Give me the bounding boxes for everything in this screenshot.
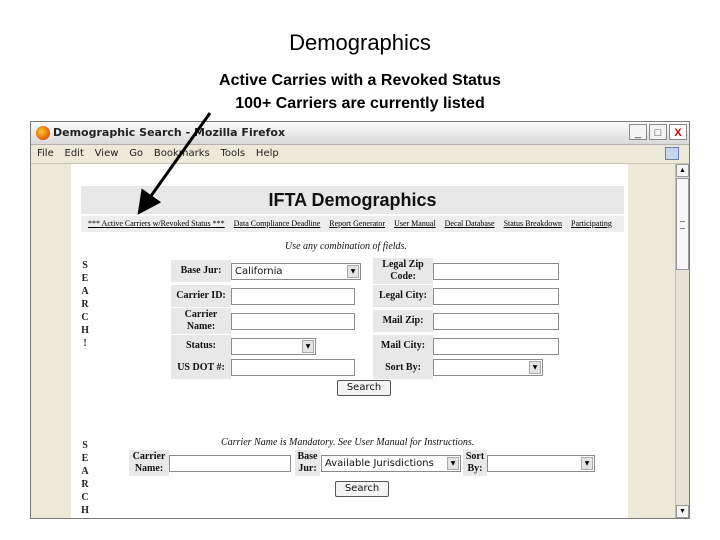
carrier-name-label-line2: Name: [186, 321, 216, 332]
vertical-letter: ! [83, 338, 87, 349]
usdot-input[interactable] [231, 359, 355, 376]
search-button-2[interactable]: Search [335, 481, 389, 497]
sort-label-line1: Sort [465, 451, 485, 462]
legal-city-input[interactable] [433, 288, 559, 305]
menu-tools[interactable]: Tools [221, 148, 246, 159]
nav-link-participating[interactable]: Participating [571, 219, 612, 228]
sort-label-line2: By: [467, 463, 483, 474]
vertical-letter: R [81, 479, 89, 490]
vertical-letter: S [82, 440, 88, 451]
mail-zip-input[interactable] [433, 313, 559, 330]
carrier-name-input[interactable] [231, 313, 355, 330]
scroll-thumb[interactable] [676, 178, 689, 270]
page-content: IFTA Demographics *** Active Carriers w/… [71, 164, 628, 518]
vertical-letter: C [81, 312, 89, 323]
window-title: Demographic Search - Mozilla Firefox [53, 126, 286, 139]
carrier-label-line1: Carrier [132, 451, 166, 462]
menu-edit[interactable]: Edit [65, 148, 84, 159]
carrier-name-label-2: Carrier Name: [129, 450, 169, 476]
legal-city-label: Legal City: [373, 285, 433, 307]
maximize-button[interactable]: □ [649, 124, 667, 140]
scroll-down-icon[interactable]: ▼ [676, 505, 689, 518]
menu-bookmarks[interactable]: Bookmarks [154, 148, 210, 159]
menu-file[interactable]: File [37, 148, 54, 159]
search-button[interactable]: Search [337, 380, 391, 396]
base-jur-value-2: Available Jurisdictions [325, 458, 434, 469]
sort-by-select-2[interactable]: ▼ [487, 455, 595, 472]
legal-zip-input[interactable] [433, 263, 559, 280]
carrier-id-input[interactable] [231, 288, 355, 305]
page-title: IFTA Demographics [81, 186, 624, 214]
throbber-icon [665, 147, 679, 160]
vertical-letter: A [81, 286, 89, 297]
base-jur-select[interactable]: California ▼ [231, 263, 361, 280]
vertical-letter: H [81, 505, 89, 516]
nav-link-decal[interactable]: Decal Database [445, 219, 495, 228]
sort-by-label-2: Sort By: [463, 450, 487, 476]
menu-view[interactable]: View [95, 148, 119, 159]
legal-zip-label-line1: Legal Zip [382, 259, 424, 270]
page-viewport: IFTA Demographics *** Active Carriers w/… [33, 164, 674, 518]
sort-by-label: Sort By: [373, 357, 433, 379]
chevron-down-icon: ▼ [581, 457, 593, 470]
search1-hint: Use any combination of fields. [285, 241, 407, 252]
vertical-letter: S [82, 260, 88, 271]
mail-city-label: Mail City: [373, 335, 433, 357]
legal-zip-label-line2: Code: [390, 271, 416, 282]
nav-link-revoked[interactable]: *** Active Carriers w/Revoked Status *** [88, 219, 225, 228]
nav-bar: *** Active Carriers w/Revoked Status ***… [81, 216, 624, 232]
chevron-down-icon: ▼ [347, 265, 359, 278]
legal-zip-label: Legal Zip Code: [373, 258, 433, 284]
firefox-icon [36, 126, 50, 140]
base-jur-select-2[interactable]: Available Jurisdictions ▼ [321, 455, 461, 472]
base-jur-label-2: Base Jur: [295, 450, 320, 476]
base-label-line2: Jur: [298, 463, 317, 474]
base-label-line1: Base [297, 451, 318, 462]
chevron-down-icon: ▼ [302, 340, 314, 353]
menu-help[interactable]: Help [256, 148, 279, 159]
carrier-id-label: Carrier ID: [171, 285, 231, 307]
slide-subtitle-line2: 100+ Carriers are currently listed [235, 95, 485, 112]
mail-zip-label: Mail Zip: [373, 310, 433, 332]
minimize-button[interactable]: _ [629, 124, 647, 140]
vertical-letter: A [81, 466, 89, 477]
menu-bar: File Edit View Go Bookmarks Tools Help [31, 145, 689, 164]
sort-by-select[interactable]: ▼ [433, 359, 543, 376]
slide-subtitle-line1: Active Carries with a Revoked Status [219, 72, 501, 89]
base-jur-label: Base Jur: [171, 260, 231, 282]
vertical-letter: C [81, 492, 89, 503]
vertical-letter: E [81, 453, 89, 464]
scroll-up-icon[interactable]: ▲ [676, 164, 689, 177]
vertical-scrollbar[interactable]: ▲ ▼ [675, 164, 689, 518]
nav-link-status[interactable]: Status Breakdown [504, 219, 562, 228]
nav-link-manual[interactable]: User Manual [394, 219, 436, 228]
close-button[interactable]: X [669, 124, 687, 140]
carrier-name-input-2[interactable] [169, 455, 291, 472]
usdot-label: US DOT #: [171, 357, 231, 379]
carrier-name-label-line1: Carrier [184, 309, 218, 320]
chevron-down-icon: ▼ [447, 457, 459, 470]
vertical-letter: H [81, 325, 89, 336]
carrier-label-line2: Name: [134, 463, 164, 474]
search2-hint: Carrier Name is Mandatory. See User Manu… [221, 437, 475, 448]
nav-link-report[interactable]: Report Generator [329, 219, 385, 228]
chevron-down-icon: ▼ [529, 361, 541, 374]
nav-link-compliance[interactable]: Data Compliance Deadline [234, 219, 321, 228]
vertical-letter: E [81, 273, 89, 284]
window-titlebar[interactable]: Demographic Search - Mozilla Firefox _ □… [31, 122, 689, 145]
status-label: Status: [171, 335, 231, 357]
status-select[interactable]: ▼ [231, 338, 316, 355]
vertical-letter: R [81, 299, 89, 310]
slide-title: Demographics [289, 30, 431, 55]
carrier-name-label: Carrier Name: [171, 308, 231, 334]
menu-go[interactable]: Go [129, 148, 143, 159]
browser-window: Demographic Search - Mozilla Firefox _ □… [30, 121, 690, 519]
base-jur-value: California [235, 266, 283, 277]
mail-city-input[interactable] [433, 338, 559, 355]
